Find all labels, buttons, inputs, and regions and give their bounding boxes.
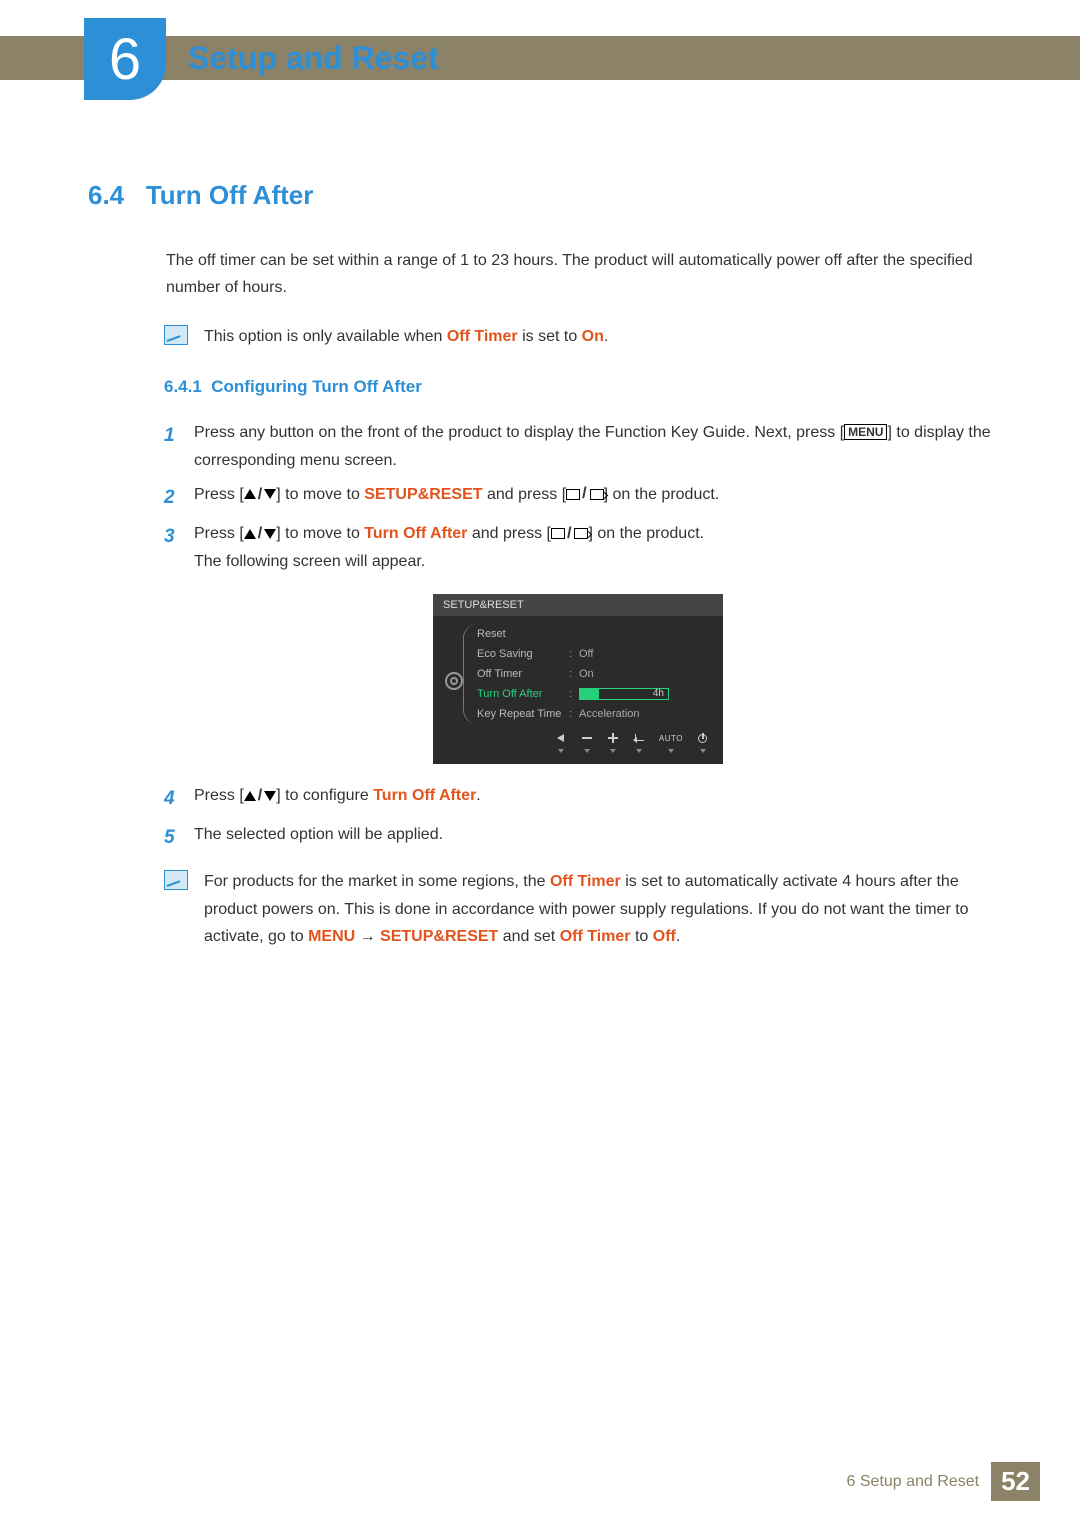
back-icon — [555, 734, 567, 744]
source-enter-icon: / — [566, 486, 603, 502]
slash-icon: / — [258, 782, 262, 810]
down-arrow-icon — [264, 791, 276, 801]
osd-curve — [463, 624, 477, 724]
step-2: 2 Press [/] to move to SETUP&RESET and p… — [164, 481, 992, 514]
note-regional: For products for the market in some regi… — [164, 868, 992, 950]
osd-row-eco: Eco Saving:Off — [477, 644, 709, 664]
chapter-title: Setup and Reset — [188, 36, 439, 80]
chevron-down-icon — [558, 749, 564, 753]
page-number: 52 — [991, 1462, 1040, 1501]
gear-icon — [445, 672, 463, 690]
note-text: For products for the market in some regi… — [204, 868, 992, 950]
slash-icon: / — [258, 481, 262, 509]
section-number: 6.4 — [88, 180, 124, 210]
step-number: 2 — [164, 481, 194, 514]
up-arrow-icon — [244, 791, 256, 801]
section-heading: 6.4 Turn Off After — [88, 180, 992, 211]
chevron-down-icon — [668, 749, 674, 753]
slash-icon: / — [258, 520, 262, 548]
chapter-badge: 6 — [84, 18, 166, 100]
step-5: 5 The selected option will be applied. — [164, 821, 992, 854]
chevron-down-icon — [700, 749, 706, 753]
enter-icon — [633, 734, 645, 744]
down-arrow-icon — [264, 489, 276, 499]
down-arrow-icon — [264, 529, 276, 539]
minus-icon — [581, 734, 593, 744]
step-number: 1 — [164, 419, 194, 475]
chevron-down-icon — [584, 749, 590, 753]
note-icon — [164, 325, 188, 345]
osd-row-keyrepeat: Key Repeat Time:Acceleration — [477, 704, 709, 724]
note-icon — [164, 870, 188, 890]
steps-list: 1 Press any button on the front of the p… — [164, 419, 992, 855]
chevron-down-icon — [610, 749, 616, 753]
auto-label: AUTO — [659, 734, 683, 743]
footer: 6 Setup and Reset 52 — [847, 1462, 1040, 1501]
osd-title: SETUP&RESET — [433, 594, 723, 616]
up-arrow-icon — [244, 529, 256, 539]
step-number: 3 — [164, 520, 194, 576]
osd-button-icons: AUTO — [433, 730, 723, 744]
osd-row-offtimer: Off Timer:On — [477, 664, 709, 684]
note-availability: This option is only available when Off T… — [164, 323, 992, 350]
step-number: 4 — [164, 782, 194, 815]
step-4: 4 Press [/] to configure Turn Off After. — [164, 782, 992, 815]
plus-icon — [607, 734, 619, 744]
osd-tiny-markers — [433, 744, 723, 756]
source-enter-icon: / — [551, 526, 588, 542]
osd-row-turnoffafter: Turn Off After:4h — [477, 684, 709, 704]
step-number: 5 — [164, 821, 194, 854]
chevron-down-icon — [636, 749, 642, 753]
osd-screenshot: SETUP&RESET Reset Eco Saving:Off Off Tim… — [164, 594, 992, 764]
footer-text: 6 Setup and Reset — [847, 1473, 980, 1491]
up-arrow-icon — [244, 489, 256, 499]
note-text: This option is only available when Off T… — [204, 323, 608, 350]
subsection-heading: 6.4.1 Configuring Turn Off After — [164, 377, 992, 397]
step-3: 3 Press [/] to move to Turn Off After an… — [164, 520, 992, 576]
step-1: 1 Press any button on the front of the p… — [164, 419, 992, 475]
menu-button-icon: MENU — [844, 424, 887, 440]
power-icon — [697, 734, 709, 744]
section-title: Turn Off After — [146, 180, 314, 210]
osd-row-reset: Reset — [477, 624, 709, 644]
chapter-number: 6 — [109, 26, 141, 93]
intro-text: The off timer can be set within a range … — [166, 247, 992, 301]
osd-slider: 4h — [579, 688, 669, 700]
